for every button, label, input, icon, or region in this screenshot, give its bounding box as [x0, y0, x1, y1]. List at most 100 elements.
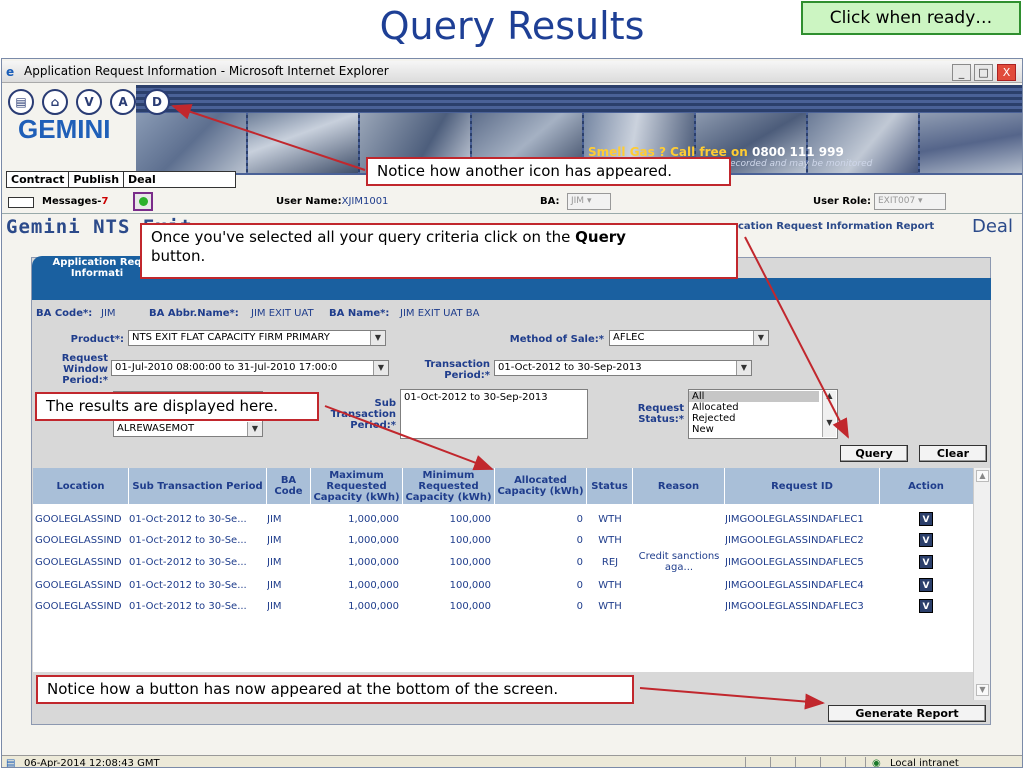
cell-location: GOOLEGLASSIND — [35, 534, 122, 546]
username-label: User Name:XJIM1001 — [276, 196, 389, 207]
cell-min-capacity: 100,000 — [449, 579, 491, 591]
generate-report-button[interactable]: Generate Report — [828, 705, 986, 722]
cell-status: WTH — [598, 513, 622, 525]
window-title: Application Request Information - Micros… — [24, 64, 389, 78]
globe-icon: ◉ — [872, 758, 881, 768]
status-bar: ▤ 06-Apr-2014 12:08:43 GMT ◉ Local intra… — [2, 755, 1022, 768]
request-status-label: Request Status:* — [637, 403, 684, 425]
request-status-listbox[interactable]: All Allocated Rejected New ▲ ▼ — [688, 389, 838, 439]
menu-contract[interactable]: Contract — [7, 172, 70, 187]
status-option-allocated[interactable]: Allocated — [689, 402, 837, 413]
transaction-period-select[interactable]: 01-Oct-2012 to 30-Sep-2013 ▼ — [494, 360, 752, 376]
cell-location: GOOLEGLASSIND — [35, 600, 122, 612]
cell-sub-period[interactable]: 01-Oct-2012 to 30-Se... — [129, 574, 267, 596]
scroll-down-icon: ▼ — [976, 684, 989, 696]
gemini-logo: GEMINI — [18, 114, 111, 144]
sub-transaction-option[interactable]: 01-Oct-2012 to 30-Sep-2013 — [401, 390, 587, 403]
col-reason[interactable]: Reason — [633, 468, 725, 504]
cell-allocated: 0 — [576, 600, 583, 612]
col-request-id[interactable]: Request ID — [725, 468, 880, 504]
status-option-new[interactable]: New — [689, 424, 837, 435]
col-status[interactable]: Status — [587, 468, 633, 504]
cell-action[interactable]: V — [880, 508, 972, 530]
cell-ba-code: JIM — [267, 534, 282, 546]
request-window-label: Request Window Period:* — [61, 353, 108, 386]
a-icon[interactable]: A — [110, 89, 136, 115]
cell-max-capacity: 1,000,000 — [348, 579, 399, 591]
main-menu: Contract Publish Deal — [6, 171, 236, 188]
cell-min-capacity: 100,000 — [449, 513, 491, 525]
col-allocated-capacity[interactable]: Allocated Capacity (kWh) — [495, 468, 587, 504]
request-window-select[interactable]: 01-Jul-2010 08:00:00 to 31-Jul-2010 17:0… — [111, 360, 389, 376]
col-max-capacity[interactable]: Maximum Requested Capacity (kWh) — [311, 468, 403, 504]
cell-max-capacity: 1,000,000 — [348, 534, 399, 546]
report-link[interactable]: cation Request Information Report — [738, 221, 934, 232]
cell-action[interactable]: V — [880, 529, 972, 551]
table-row: GOOLEGLASSIND 01-Oct-2012 to 30-Se... JIM 1… — [33, 508, 973, 530]
cell-sub-period[interactable]: 01-Oct-2012 to 30-Se... — [129, 551, 267, 573]
ba-label: BA: — [540, 196, 560, 207]
view-button[interactable]: V — [919, 599, 933, 613]
messages-label[interactable]: Messages-7 — [42, 196, 108, 207]
click-when-ready-button[interactable]: Click when ready… — [801, 1, 1021, 35]
cell-ba-code: JIM — [267, 556, 282, 568]
cell-reason — [633, 529, 725, 551]
callout-query-note: Once you've selected all your query crit… — [140, 223, 738, 279]
minimize-button[interactable]: _ — [952, 64, 971, 81]
table-row: GOOLEGLASSIND 01-Oct-2012 to 30-Se... JIM 1… — [33, 595, 973, 617]
user-bar: Messages-7 User Name:XJIM1001 BA: JIM ▾ … — [2, 191, 1022, 213]
d-icon[interactable]: D — [144, 89, 170, 115]
view-button[interactable]: V — [919, 578, 933, 592]
query-button[interactable]: Query — [840, 445, 908, 462]
menu-publish[interactable]: Publish — [69, 172, 125, 187]
home-icon[interactable]: ⌂ — [42, 89, 68, 115]
transaction-period-label: Transaction Period:* — [424, 359, 490, 381]
close-button[interactable]: X — [997, 64, 1016, 81]
col-min-capacity[interactable]: Minimum Requested Capacity (kWh) — [403, 468, 495, 504]
cell-ba-code: JIM — [267, 579, 282, 591]
cell-status: WTH — [598, 600, 622, 612]
cell-request-id: JIMGOOLEGLASSINDAFLEC4 — [725, 579, 864, 591]
status-option-all[interactable]: All — [689, 391, 819, 402]
col-action[interactable]: Action — [880, 468, 972, 504]
status-option-rejected[interactable]: Rejected — [689, 413, 837, 424]
cell-action[interactable]: V — [880, 574, 972, 596]
listbox-scrollbar[interactable]: ▲ ▼ — [822, 391, 836, 437]
ba-name-value: JIM EXIT UAT BA — [400, 308, 480, 319]
ba-select[interactable]: JIM ▾ — [567, 193, 611, 210]
cell-location: GOOLEGLASSIND — [35, 579, 122, 591]
page-icon: ▤ — [6, 758, 16, 768]
deal-link[interactable]: Deal — [972, 216, 1013, 237]
cell-action[interactable]: V — [880, 551, 972, 573]
v-icon[interactable]: V — [76, 89, 102, 115]
cell-sub-period[interactable]: 01-Oct-2012 to 30-Se... — [129, 595, 267, 617]
view-button[interactable]: V — [919, 555, 933, 569]
menu-deal[interactable]: Deal — [124, 172, 235, 187]
results-scrollbar[interactable]: ▲ ▼ — [973, 468, 990, 700]
cell-location: GOOLEGLASSIND — [35, 556, 122, 568]
sub-transaction-listbox[interactable]: 01-Oct-2012 to 30-Sep-2013 — [400, 389, 588, 439]
status-light-icon[interactable] — [133, 192, 153, 211]
envelope-icon[interactable] — [8, 197, 34, 208]
col-location[interactable]: Location — [33, 468, 129, 504]
user-role-select[interactable]: EXIT007 ▾ — [874, 193, 946, 210]
view-button[interactable]: V — [919, 512, 933, 526]
recorded-notice: ecorded and may be monitored — [730, 159, 873, 169]
clear-button[interactable]: Clear — [919, 445, 987, 462]
cell-request-id: JIMGOOLEGLASSINDAFLEC2 — [725, 534, 864, 546]
status-timestamp: 06-Apr-2014 12:08:43 GMT — [24, 758, 160, 768]
chevron-down-icon: ▼ — [736, 361, 751, 375]
callout-icon-note: Notice how another icon has appeared. — [366, 157, 731, 186]
col-sub-transaction-period[interactable]: Sub Transaction Period — [129, 468, 267, 504]
cell-sub-period[interactable]: 01-Oct-2012 to 30-Se... — [129, 508, 267, 530]
maximize-button[interactable]: □ — [974, 64, 993, 81]
method-of-sale-select[interactable]: AFLEC ▼ — [609, 330, 769, 346]
view-button[interactable]: V — [919, 533, 933, 547]
print-icon[interactable]: ▤ — [8, 89, 34, 115]
ba-abbr-label: BA Abbr.Name*: — [149, 308, 239, 319]
col-ba-code[interactable]: BA Code — [267, 468, 311, 504]
cell-sub-period[interactable]: 01-Oct-2012 to 30-Se... — [129, 529, 267, 551]
cell-ba-code: JIM — [267, 600, 282, 612]
product-select[interactable]: NTS EXIT FLAT CAPACITY FIRM PRIMARY ▼ — [128, 330, 386, 346]
cell-action[interactable]: V — [880, 595, 972, 617]
